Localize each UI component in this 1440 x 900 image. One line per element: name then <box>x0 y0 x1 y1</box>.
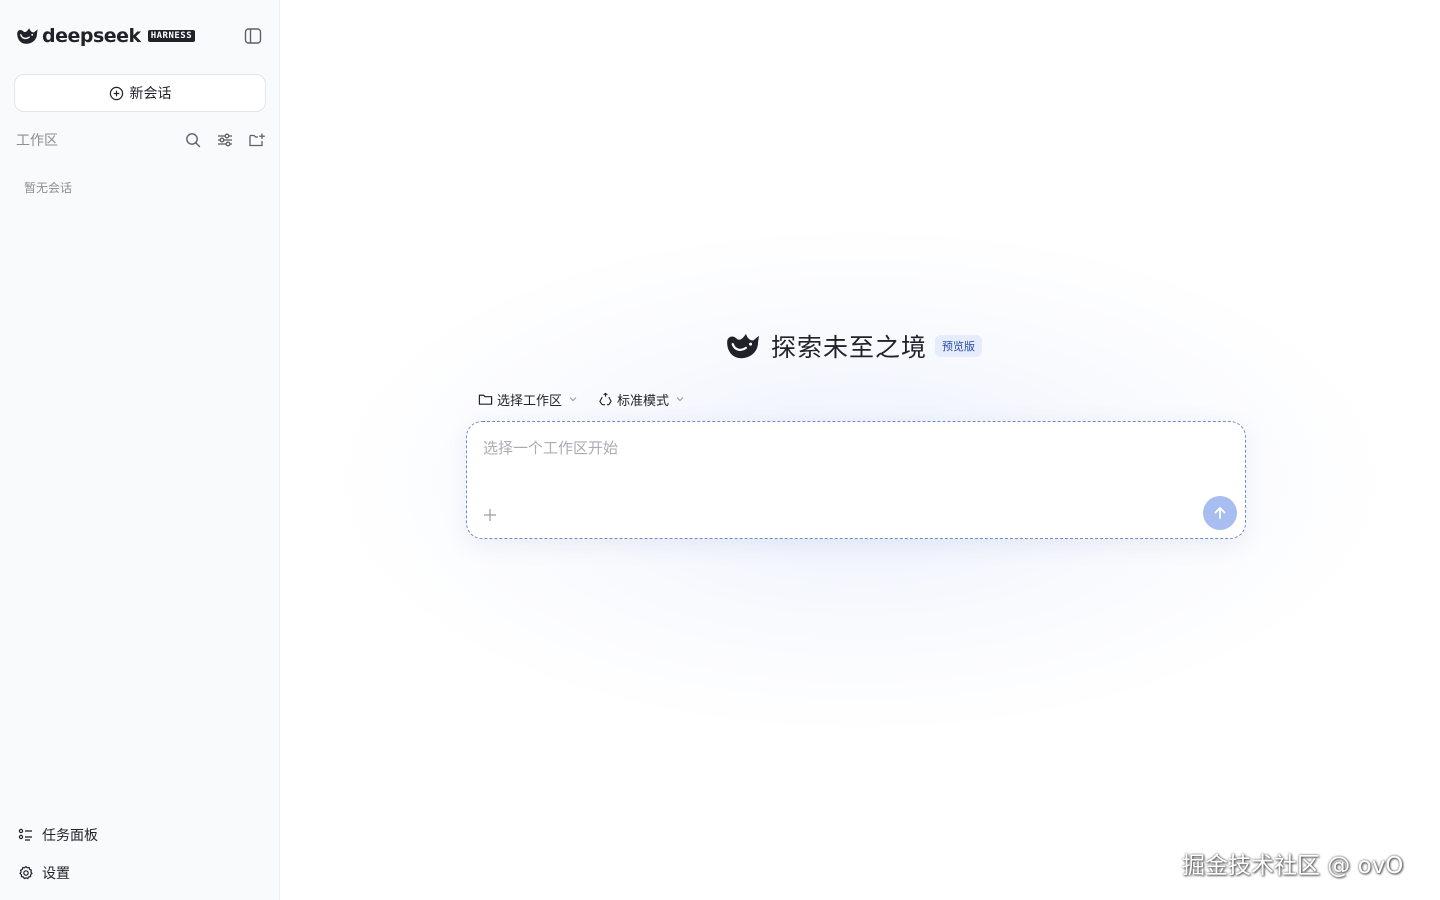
send-button[interactable] <box>1203 496 1237 530</box>
whale-logo-icon <box>17 28 38 44</box>
workspace-header: 工作区 <box>16 130 266 150</box>
plus-icon[interactable] <box>481 506 499 524</box>
task-board-button[interactable]: 任务面板 <box>18 825 98 845</box>
sidebar: deepseek HARNESS 新会话 工作区 暂无会话 任务面板 设置 <box>0 0 280 900</box>
chevron-down-icon <box>569 397 577 402</box>
gear-icon <box>19 865 33 880</box>
empty-sessions-text: 暂无会话 <box>24 181 73 195</box>
workspace-label: 工作区 <box>16 133 58 149</box>
composer <box>466 421 1246 539</box>
mode-select[interactable]: 标准模式 <box>598 390 685 409</box>
message-input[interactable] <box>483 436 1183 460</box>
preview-badge: 预览版 <box>935 335 983 357</box>
new-chat-label: 新会话 <box>129 86 172 102</box>
brand-name: deepseek <box>42 25 141 47</box>
task-list-icon <box>18 828 32 841</box>
folder-icon <box>478 394 493 405</box>
hero-heading: 探索未至之境 预览版 <box>725 328 983 364</box>
settings-label: 设置 <box>42 866 70 882</box>
recycle-icon <box>599 392 612 405</box>
new-folder-icon[interactable] <box>248 131 266 149</box>
composer-toolbar: 选择工作区 标准模式 <box>478 389 685 409</box>
sidebar-toggle-icon[interactable] <box>244 27 262 45</box>
search-icon[interactable] <box>184 131 202 149</box>
new-chat-button[interactable]: 新会话 <box>14 74 266 112</box>
chevron-down-icon <box>676 397 684 402</box>
workspace-select[interactable]: 选择工作区 <box>478 390 578 409</box>
whale-logo-icon <box>727 333 759 359</box>
mode-select-label: 标准模式 <box>617 393 670 409</box>
workspace-actions <box>184 131 266 149</box>
task-board-label: 任务面板 <box>42 828 98 844</box>
brand-badge: HARNESS <box>147 30 196 42</box>
settings-button[interactable]: 设置 <box>18 863 70 883</box>
filter-sliders-icon[interactable] <box>216 131 234 149</box>
arrow-up-icon <box>1214 507 1226 519</box>
brand[interactable]: deepseek HARNESS <box>16 24 196 48</box>
workspace-select-label: 选择工作区 <box>497 393 563 409</box>
plus-circle-icon <box>109 86 123 100</box>
watermark: 掘金技术社区 @ ovO <box>1182 853 1404 879</box>
hero-title: 探索未至之境 <box>771 333 928 362</box>
